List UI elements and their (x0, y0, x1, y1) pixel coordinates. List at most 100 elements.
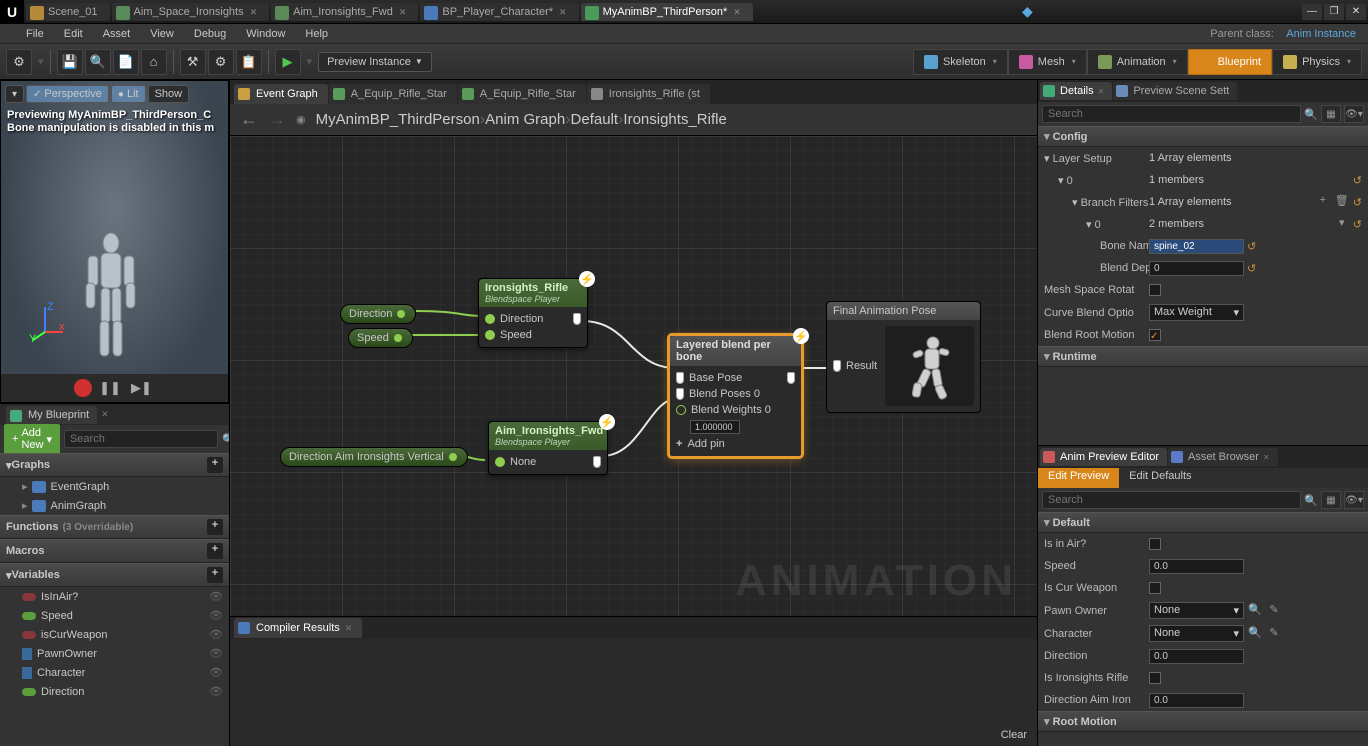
clear-button[interactable]: Clear (1001, 729, 1027, 741)
menu-asset[interactable]: Asset (93, 26, 141, 42)
save-button[interactable]: 💾 (57, 49, 83, 75)
output-pin[interactable] (397, 310, 405, 318)
home-button[interactable]: ⌂ (141, 49, 167, 75)
edit-icon[interactable]: ✎ (1266, 603, 1282, 619)
breadcrumb-item[interactable]: Anim Graph (485, 111, 565, 128)
default-section[interactable]: Default (1038, 512, 1368, 533)
input-pin[interactable] (495, 457, 505, 467)
class-settings-button[interactable]: ⚒ (180, 49, 206, 75)
browse-button[interactable]: 📄 (113, 49, 139, 75)
matrix-view-button[interactable]: ▦ (1321, 491, 1341, 509)
visibility-icon[interactable]: 👁 (209, 685, 223, 698)
record-button[interactable] (74, 379, 92, 397)
tree-item[interactable]: ▸AnimGraph (0, 496, 229, 515)
graphs-section[interactable]: ▾Graphs+ (0, 453, 229, 477)
node-graph-canvas[interactable]: ANIMATION Direction Speed Direction Aim … (230, 136, 1037, 616)
my-blueprint-tab[interactable]: My Blueprint✕ (0, 403, 229, 425)
tree-item[interactable]: ▸EventGraph (0, 477, 229, 496)
tree-item-variable[interactable]: Direction👁 (0, 682, 229, 701)
find-button[interactable]: 🔍 (85, 49, 111, 75)
is-in-air-checkbox[interactable] (1149, 538, 1161, 550)
add-pin-button[interactable]: + Add pin (676, 436, 795, 452)
input-pin-pose[interactable] (833, 360, 841, 372)
add-graph-button[interactable]: + (207, 457, 223, 473)
bone-name-input[interactable] (1149, 239, 1244, 254)
asset-browser-tab[interactable]: Asset Browser✕ (1168, 448, 1278, 466)
maximize-button[interactable]: ❐ (1324, 4, 1344, 20)
close-button[interactable]: ✕ (1346, 4, 1366, 20)
perspective-button[interactable]: ✓ Perspective (26, 85, 109, 103)
class-defaults-button[interactable]: ⚙ (208, 49, 234, 75)
reset-icon[interactable]: ↺ (1353, 174, 1362, 187)
details-tab[interactable]: Details✕ (1040, 82, 1112, 100)
menu-debug[interactable]: Debug (184, 26, 236, 42)
input-pin[interactable] (485, 314, 495, 324)
anim-preview-editor-tab[interactable]: Anim Preview Editor (1040, 448, 1167, 466)
compile-button[interactable]: ⚙ (6, 49, 32, 75)
tree-item-variable[interactable]: Character👁 (0, 663, 229, 682)
input-pin[interactable] (676, 405, 686, 415)
preview-instance-dropdown[interactable]: Preview Instance▼ (318, 52, 432, 72)
tree-item-variable[interactable]: PawnOwner👁 (0, 644, 229, 663)
tree-item-variable[interactable]: IsInAir?👁 (0, 587, 229, 606)
title-tab[interactable]: Aim_Ironsights_Fwd✕ (271, 3, 418, 21)
node-ironsights-rifle[interactable]: ⚡ Ironsights_RifleBlendspace Player Dire… (478, 278, 588, 348)
matrix-view-button[interactable]: ▦ (1321, 105, 1341, 123)
visibility-icon[interactable]: 👁 (209, 647, 223, 660)
details-search-input[interactable] (1042, 105, 1301, 123)
graph-tab[interactable]: Event Graph (234, 84, 328, 104)
play-button[interactable]: ▶ (275, 49, 301, 75)
visibility-filter-button[interactable]: 👁▾ (1344, 105, 1364, 123)
preview-scene-tab[interactable]: Preview Scene Sett (1113, 82, 1237, 100)
macros-section[interactable]: Macros+ (0, 539, 229, 563)
direction-aim-input[interactable] (1149, 693, 1244, 708)
functions-section[interactable]: Functions (3 Overridable)+ (0, 515, 229, 539)
breadcrumb-item[interactable]: Ironsights_Rifle (623, 111, 726, 128)
is-ironsights-checkbox[interactable] (1149, 672, 1161, 684)
visibility-icon[interactable]: 👁 (209, 666, 223, 679)
my-blueprint-search-input[interactable] (64, 430, 218, 448)
menu-view[interactable]: View (140, 26, 184, 42)
curve-blend-dropdown[interactable]: Max Weight▾ (1149, 304, 1244, 321)
direction-input[interactable] (1149, 649, 1244, 664)
variables-section[interactable]: ▾Variables+ (0, 563, 229, 587)
reset-icon[interactable]: ↺ (1247, 262, 1256, 275)
visibility-icon[interactable]: 👁 (209, 628, 223, 641)
parent-class-link[interactable]: Anim Instance (1286, 28, 1356, 40)
character-dropdown[interactable]: None▾ (1149, 625, 1244, 642)
mode-tab-physics[interactable]: Physics▾ (1272, 49, 1362, 75)
add-new-button[interactable]: + Add New ▾ (4, 424, 60, 454)
browse-icon[interactable]: 🔍 (1247, 603, 1263, 619)
config-section[interactable]: Config (1038, 126, 1368, 147)
viewport-options-button[interactable]: ▾ (5, 85, 24, 103)
menu-help[interactable]: Help (295, 26, 338, 42)
edit-preview-tab[interactable]: Edit Preview (1038, 468, 1119, 488)
node-layered-blend-per-bone[interactable]: ⚡ Layered blend per bone Base Pose Blend… (668, 334, 803, 458)
add-macro-button[interactable]: + (207, 543, 223, 559)
tree-item-variable[interactable]: isCurWeapon👁 (0, 625, 229, 644)
variable-node-direction[interactable]: Direction (340, 304, 416, 324)
lit-button[interactable]: ● Lit (111, 85, 146, 103)
breadcrumb-item[interactable]: MyAnimBP_ThirdPerson (316, 111, 480, 128)
variable-node-speed[interactable]: Speed (348, 328, 413, 348)
node-aim-ironsights-fwd[interactable]: ⚡ Aim_Ironsights_FwdBlendspace Player No… (488, 421, 608, 475)
pawn-owner-dropdown[interactable]: None▾ (1149, 602, 1244, 619)
edit-icon[interactable]: ✎ (1266, 626, 1282, 642)
expand-button[interactable]: ▾ (1334, 216, 1350, 232)
visibility-icon[interactable]: 👁 (209, 609, 223, 622)
visibility-icon[interactable]: 👁 (209, 590, 223, 603)
add-element-button[interactable]: + (1315, 194, 1331, 210)
nav-forward-button[interactable]: → (268, 109, 286, 130)
show-button[interactable]: Show (148, 85, 190, 103)
output-pin[interactable] (394, 334, 402, 342)
mesh-space-checkbox[interactable] (1149, 284, 1161, 296)
compiler-results-tab[interactable]: Compiler Results✕ (234, 618, 362, 638)
node-final-animation-pose[interactable]: Final Animation Pose Result (826, 301, 981, 413)
variable-node-aim-vertical[interactable]: Direction Aim Ironsights Vertical (280, 447, 468, 467)
title-tab[interactable]: MyAnimBP_ThirdPerson*✕ (581, 3, 753, 21)
graph-tab[interactable]: A_Equip_Rifle_Star (329, 84, 457, 104)
input-pin-pose[interactable] (676, 388, 684, 400)
output-pin-pose[interactable] (593, 456, 601, 468)
reset-icon[interactable]: ↺ (1353, 218, 1362, 231)
title-tab[interactable]: Scene_01 (26, 3, 110, 21)
